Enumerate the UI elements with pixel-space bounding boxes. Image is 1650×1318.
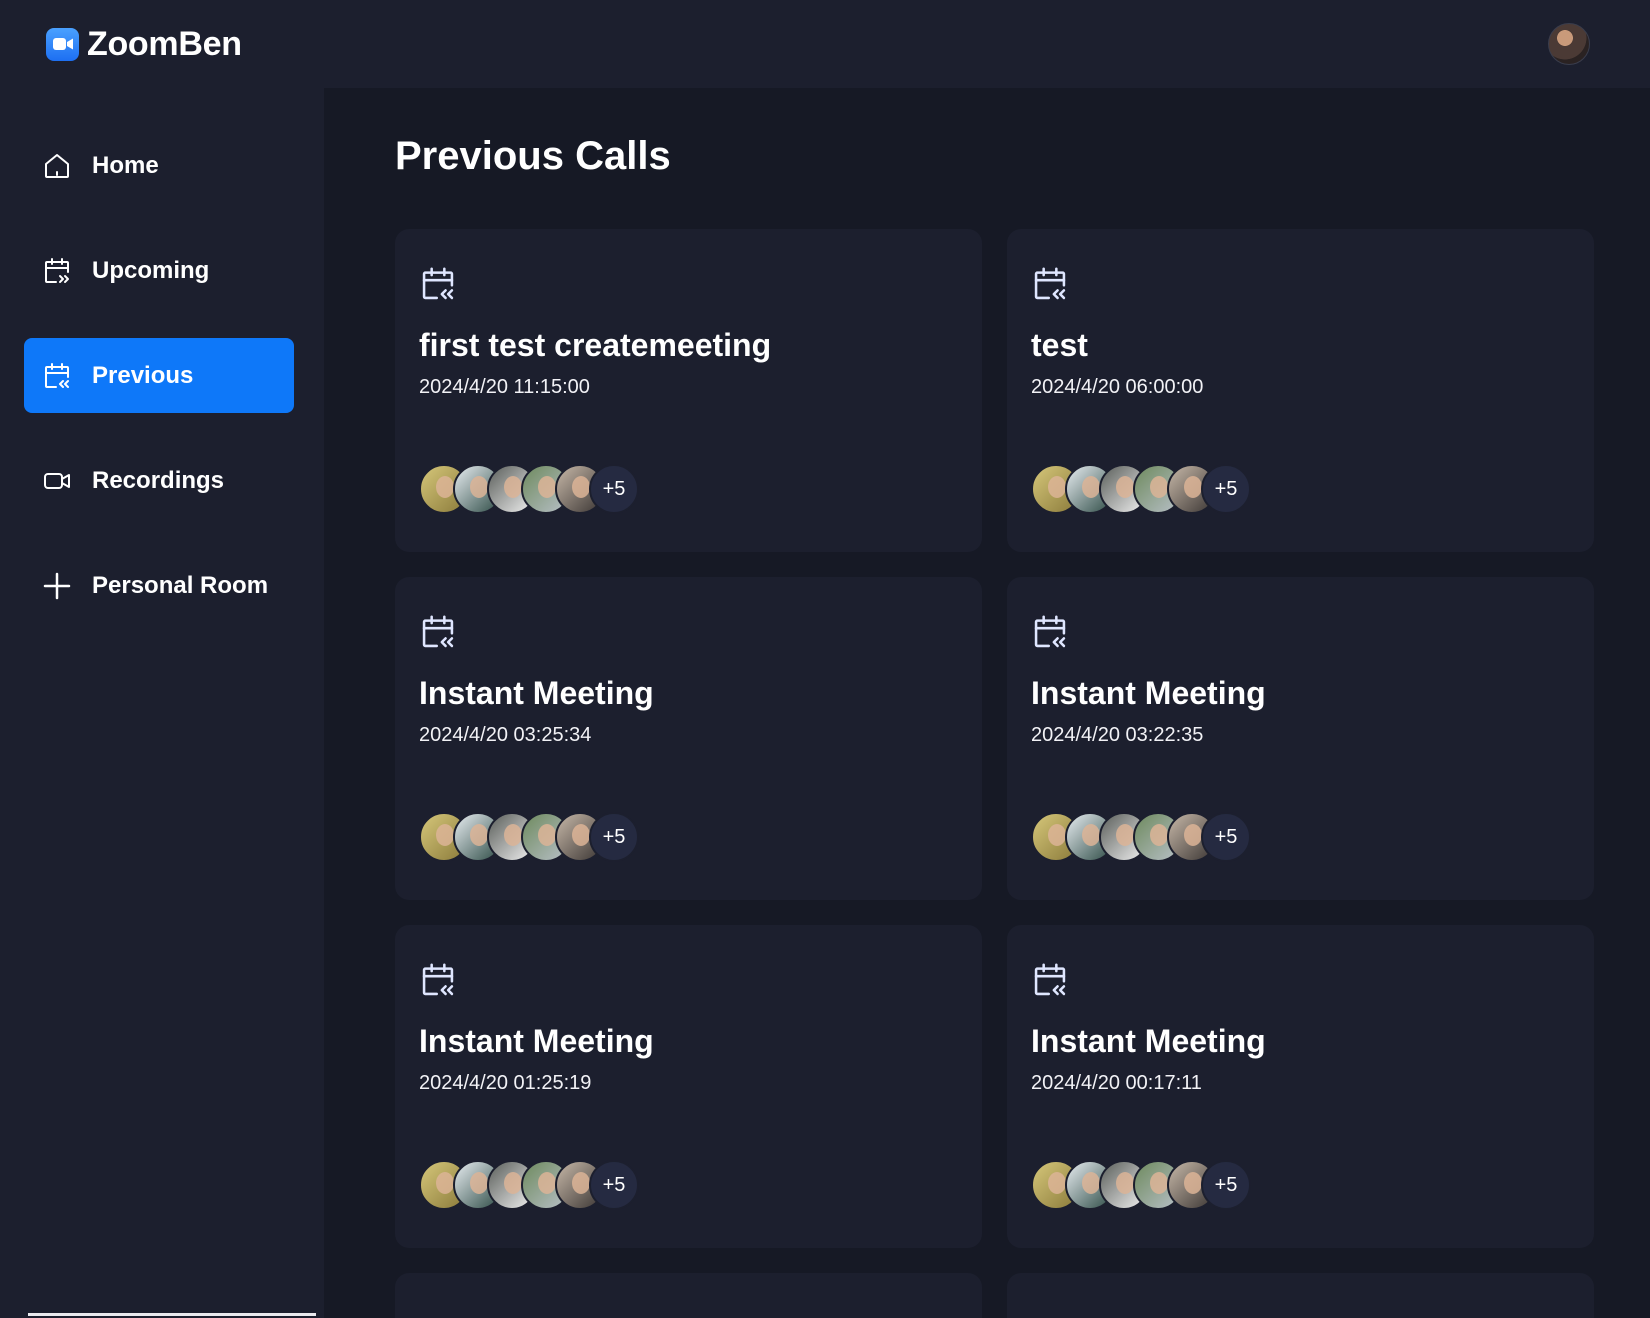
call-title: Instant Meeting <box>419 675 654 711</box>
plus-icon <box>43 572 71 599</box>
attendee-avatars: +5 <box>1031 1160 1251 1210</box>
attendee-avatars: +5 <box>419 464 639 514</box>
attendee-avatars: +5 <box>1031 464 1251 514</box>
calendar-previous-icon <box>422 963 454 996</box>
divider <box>28 1313 316 1316</box>
brand-name: ZoomBen <box>87 24 242 63</box>
more-attendees-badge: +5 <box>1201 1160 1251 1210</box>
call-title: Instant Meeting <box>419 1023 654 1059</box>
more-attendees-badge: +5 <box>589 1160 639 1210</box>
calendar-previous-icon <box>1034 963 1066 996</box>
sidebar-item-label: Recordings <box>92 466 225 494</box>
sidebar: Home Upcoming Previous Recordings Person… <box>0 88 324 1318</box>
top-bar: ZoomBen <box>0 0 1650 88</box>
call-card[interactable]: first test createmeeting 2024/4/20 11:15… <box>395 229 982 552</box>
call-date: 2024/4/20 06:00:00 <box>1031 376 1204 399</box>
calendar-previous-icon <box>422 615 454 648</box>
call-card[interactable]: Instant Meeting 2024/4/20 03:25:34 +5 <box>395 577 982 900</box>
brand-link[interactable]: ZoomBen <box>46 25 242 64</box>
call-title: test <box>1031 327 1088 363</box>
call-title: first test createmeeting <box>419 327 772 363</box>
call-date: 2024/4/20 03:25:34 <box>419 724 592 747</box>
call-date: 2024/4/20 11:15:00 <box>419 376 590 399</box>
calendar-previous-icon <box>1034 267 1066 300</box>
calendar-previous-icon <box>422 267 454 300</box>
user-avatar[interactable] <box>1548 23 1590 65</box>
page-title: Previous Calls <box>395 134 671 178</box>
attendee-avatars: +5 <box>419 1160 639 1210</box>
calendar-upcoming-icon <box>45 257 69 283</box>
attendee-avatars: +5 <box>1031 812 1251 862</box>
sidebar-item-personal-room[interactable]: Personal Room <box>24 548 294 623</box>
call-list: first test createmeeting 2024/4/20 11:15… <box>395 229 1650 1318</box>
sidebar-item-home[interactable]: Home <box>24 128 294 203</box>
call-title: Instant Meeting <box>1031 675 1266 711</box>
sidebar-item-label: Previous <box>92 361 194 389</box>
attendee-avatars: +5 <box>419 812 639 862</box>
sidebar-item-label: Home <box>92 151 159 179</box>
main-content: Previous Calls first test createmeeting … <box>324 88 1650 1318</box>
sidebar-item-upcoming[interactable]: Upcoming <box>24 233 294 308</box>
home-icon <box>45 153 69 178</box>
sidebar-item-previous[interactable]: Previous <box>24 338 294 413</box>
call-card[interactable]: test 2024/4/20 06:00:00 +5 <box>1007 229 1594 552</box>
calendar-previous-icon <box>45 362 69 388</box>
call-card[interactable]: Instant Meeting 2024/4/20 01:25:19 +5 <box>395 925 982 1248</box>
sidebar-item-recordings[interactable]: Recordings <box>24 443 294 518</box>
call-date: 2024/4/20 03:22:35 <box>1031 724 1204 747</box>
call-card[interactable] <box>1007 1273 1594 1318</box>
calendar-previous-icon <box>1034 615 1066 648</box>
sidebar-item-label: Upcoming <box>92 256 210 284</box>
call-card[interactable] <box>395 1273 982 1318</box>
call-date: 2024/4/20 00:17:11 <box>1031 1072 1202 1095</box>
more-attendees-badge: +5 <box>589 812 639 862</box>
call-card[interactable]: Instant Meeting 2024/4/20 03:22:35 +5 <box>1007 577 1594 900</box>
more-attendees-badge: +5 <box>1201 464 1251 514</box>
zoom-logo-icon <box>46 27 79 61</box>
call-title: Instant Meeting <box>1031 1023 1266 1059</box>
call-card[interactable]: Instant Meeting 2024/4/20 00:17:11 +5 <box>1007 925 1594 1248</box>
call-date: 2024/4/20 01:25:19 <box>419 1072 592 1095</box>
video-icon <box>44 472 70 489</box>
more-attendees-badge: +5 <box>1201 812 1251 862</box>
sidebar-item-label: Personal Room <box>92 571 269 599</box>
more-attendees-badge: +5 <box>589 464 639 514</box>
